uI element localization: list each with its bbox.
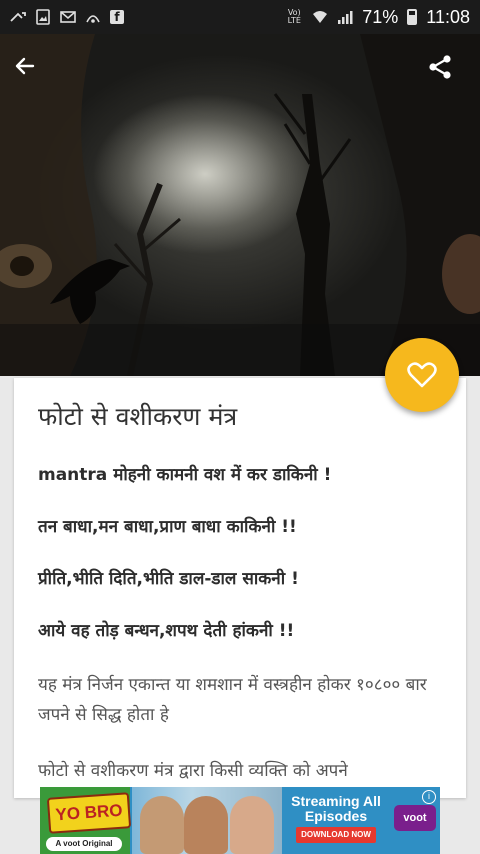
ad-download-button[interactable]: DOWNLOAD NOW	[296, 827, 376, 843]
article-card: फोटो से वशीकरण मंत्र mantra मोहनी कामनी …	[14, 378, 466, 798]
battery-icon	[407, 9, 418, 25]
battery-percent: 71%	[362, 6, 399, 27]
clock: 11:08	[426, 6, 470, 27]
ad-show-panel: YO BRO A voot Original	[40, 787, 132, 854]
ad-logo: YO BRO	[46, 792, 132, 834]
facebook-icon: f	[110, 10, 124, 24]
ad-banner[interactable]: YO BRO A voot Original Streaming All Epi…	[40, 787, 440, 854]
ad-heading: Streaming All Episodes	[291, 793, 381, 824]
mantra-line-1: mantra मोहनी कामनी वश में कर डाकिनी !	[38, 465, 332, 485]
article-paragraph-1: यह मंत्र निर्जन एकान्त या शमशान में वस्त…	[38, 675, 427, 725]
ad-cast-face-2	[184, 796, 228, 854]
notification-icons: f	[10, 9, 124, 25]
share-button[interactable]	[427, 54, 467, 94]
info-icon[interactable]: i	[422, 790, 436, 804]
wifi-icon	[312, 9, 328, 25]
ad-cast-face-3	[230, 796, 274, 854]
status-bar: f Vo) LTE 71% 11:08	[0, 0, 480, 34]
mantra-line-3: प्रीति,भीति दिति,भीति डाल-डाल साकनी !	[38, 569, 299, 589]
mail-icon	[60, 9, 76, 25]
mantra-line-2: तन बाधा,मन बाधा,प्राण बाधा काकिनी !!	[38, 517, 297, 537]
volte-label: Vo) LTE	[287, 8, 301, 25]
hotspot-icon	[85, 9, 101, 25]
ad-tag: A voot Original	[46, 837, 122, 851]
signal-icon	[337, 9, 353, 25]
gallery-icon	[35, 9, 51, 25]
mantra-line-4: आये वह तोड़ बन्धन,शपथ देती हांकनी !!	[38, 621, 295, 641]
ad-cast-face-1	[140, 796, 184, 854]
back-button[interactable]	[13, 54, 53, 94]
missed-call-icon	[10, 9, 26, 25]
heart-outline-icon	[407, 362, 437, 388]
article-title: फोटो से वशीकरण मंत्र	[38, 402, 238, 431]
ad-cast-image	[132, 787, 282, 854]
article-paragraph-2: फोटो से वशीकरण मंत्र द्वारा किसी व्यक्ति…	[38, 761, 348, 781]
hero-image	[0, 34, 480, 376]
app-screen: f Vo) LTE 71% 11:08 फोटो से वशीकरण मंत्र…	[0, 0, 480, 854]
arrow-back-icon	[15, 57, 35, 75]
share-icon	[429, 55, 451, 79]
ad-brand-logo: voot	[394, 805, 436, 831]
system-icons: Vo) LTE 71% 11:08	[285, 7, 470, 28]
hero-artwork	[0, 34, 480, 376]
favorite-button[interactable]	[385, 338, 459, 412]
